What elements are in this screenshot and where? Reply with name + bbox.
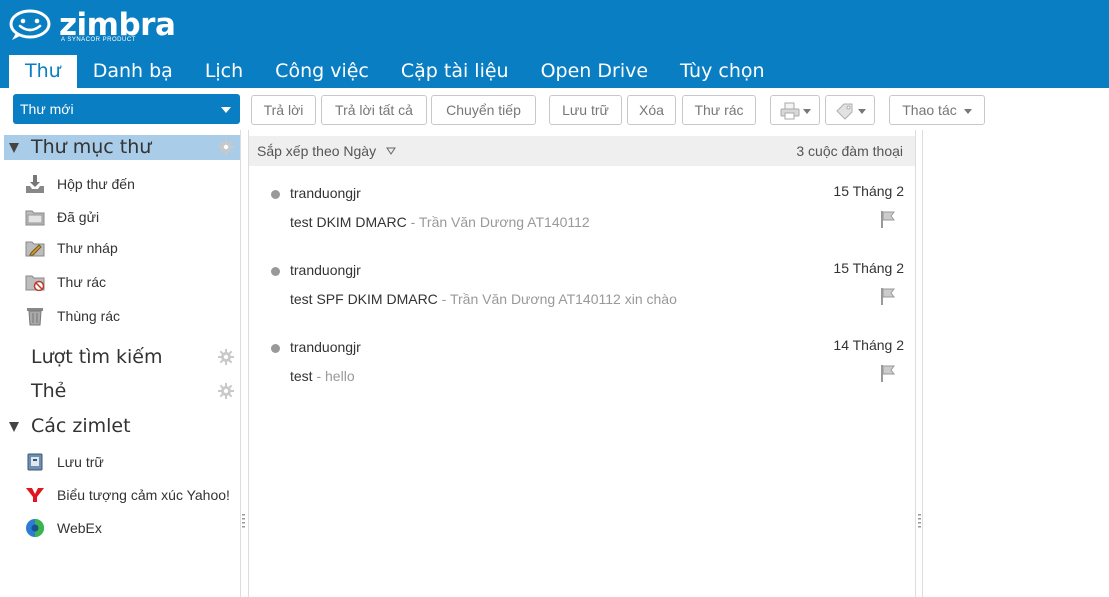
- message-date: 14 Tháng 2: [833, 337, 904, 353]
- reply-button[interactable]: Trả lời: [251, 95, 316, 125]
- forward-button[interactable]: Chuyển tiếp: [431, 95, 536, 125]
- folder-label: Đã gửi: [57, 209, 100, 225]
- zimlet-webex[interactable]: WebEx: [24, 517, 102, 539]
- list-item[interactable]: tranduongjr 15 Tháng 2 test DKIM DMARC -…: [249, 171, 915, 247]
- folder-label: Thư rác: [57, 274, 107, 290]
- chevron-down-icon: [802, 108, 811, 114]
- message-sender: tranduongjr: [290, 185, 361, 201]
- tags-gear-icon[interactable]: [218, 383, 234, 399]
- message-subject: test DKIM DMARC: [290, 214, 407, 230]
- mail-list: Sắp xếp theo Ngày 3 cuộc đàm thoại trand…: [248, 130, 916, 597]
- searches-gear-icon[interactable]: [218, 349, 234, 365]
- folder-inbox[interactable]: Hộp thư đến: [24, 173, 135, 195]
- inbox-icon: [24, 174, 46, 194]
- tag-icon: [835, 103, 852, 121]
- webex-icon: [24, 518, 46, 538]
- flag-icon[interactable]: [880, 287, 896, 305]
- print-menu-button[interactable]: [770, 95, 820, 125]
- message-date: 15 Tháng 2: [833, 183, 904, 199]
- tab-tasks[interactable]: Công việc: [259, 55, 385, 88]
- message-subject-line: test - hello: [290, 368, 355, 384]
- tab-contacts[interactable]: Danh bạ: [77, 55, 189, 88]
- message-sender: tranduongjr: [290, 339, 361, 355]
- folder-sidebar: Thư mục thư Hộp thư đến Đã gửi Thư nháp: [0, 130, 241, 597]
- zimlet-label: WebEx: [57, 520, 102, 536]
- folder-label: Thùng rác: [57, 308, 121, 324]
- actions-menu-button[interactable]: Thao tác: [889, 95, 985, 125]
- message-fragment: - hello: [312, 368, 355, 384]
- zimlet-yahoo-emoticons[interactable]: Biểu tượng cảm xúc Yahoo!: [24, 484, 230, 506]
- reply-all-button[interactable]: Trả lời tất cả: [321, 95, 427, 125]
- new-mail-button[interactable]: Thư mới: [13, 94, 240, 124]
- searches-section-title[interactable]: Lượt tìm kiếm: [31, 346, 163, 368]
- tab-preferences[interactable]: Tùy chọn: [664, 55, 780, 88]
- archive-zimlet-icon: [24, 452, 46, 472]
- message-fragment: - Trần Văn Dương AT140112 xin chào: [437, 291, 677, 307]
- new-mail-dropdown-icon[interactable]: [221, 107, 231, 113]
- mail-toolbar: Thư mới Trả lời Trả lời tất cả Chuyển ti…: [0, 88, 1109, 130]
- flag-icon[interactable]: [880, 364, 896, 382]
- spam-button[interactable]: Thư rác: [682, 95, 756, 125]
- reading-pane-divider: [922, 130, 923, 597]
- tab-mail[interactable]: Thư: [9, 55, 77, 88]
- folder-sent[interactable]: Đã gửi: [24, 206, 99, 228]
- tab-calendar[interactable]: Lịch: [189, 55, 259, 88]
- list-resize-handle[interactable]: [918, 513, 921, 529]
- folders-gear-icon[interactable]: [218, 139, 234, 155]
- message-date: 15 Tháng 2: [833, 260, 904, 276]
- print-icon: [780, 102, 799, 120]
- folder-label: Thư nháp: [57, 240, 118, 256]
- message-subject: test: [290, 368, 313, 384]
- sent-icon: [24, 207, 46, 227]
- list-item[interactable]: tranduongjr 14 Tháng 2 test - hello: [249, 325, 915, 401]
- zimlets-section-title: Các zimlet: [31, 415, 131, 437]
- trash-icon: [24, 306, 46, 326]
- sort-by-date-button[interactable]: Sắp xếp theo Ngày: [257, 143, 396, 159]
- chevron-down-icon: [963, 108, 972, 114]
- chevron-down-icon: [857, 108, 866, 114]
- message-subject-line: test SPF DKIM DMARC - Trần Văn Dương AT1…: [290, 291, 677, 307]
- junk-icon: [24, 272, 46, 292]
- sort-direction-icon: [386, 147, 396, 155]
- collapse-zimlets-icon[interactable]: [9, 422, 19, 432]
- drafts-icon: [24, 238, 46, 258]
- tag-menu-button[interactable]: [825, 95, 875, 125]
- yahoo-icon: [24, 485, 46, 505]
- zimlet-label: Lưu trữ: [57, 454, 104, 470]
- delete-button[interactable]: Xóa: [627, 95, 676, 125]
- brand-tagline: A SYNACOR PRODUCT: [61, 37, 136, 43]
- app-window: zimbra A SYNACOR PRODUCT Thư Danh bạ Lịc…: [0, 0, 1109, 597]
- mail-list-header: Sắp xếp theo Ngày 3 cuộc đàm thoại: [249, 136, 915, 166]
- archive-button[interactable]: Lưu trữ: [549, 95, 622, 125]
- folder-junk[interactable]: Thư rác: [24, 271, 106, 293]
- unread-dot-icon[interactable]: [271, 267, 280, 276]
- message-sender: tranduongjr: [290, 262, 361, 278]
- unread-dot-icon[interactable]: [271, 344, 280, 353]
- collapse-folders-icon[interactable]: [9, 143, 19, 153]
- tab-briefcase[interactable]: Cặp tài liệu: [385, 55, 525, 88]
- app-header: zimbra A SYNACOR PRODUCT Thư Danh bạ Lịc…: [0, 0, 1109, 88]
- tags-section-title[interactable]: Thẻ: [31, 380, 66, 402]
- conversation-count: 3 cuộc đàm thoại: [796, 143, 903, 159]
- folder-drafts[interactable]: Thư nháp: [24, 237, 118, 259]
- zimlet-archive[interactable]: Lưu trữ: [24, 451, 104, 473]
- new-mail-label: Thư mới: [20, 101, 74, 117]
- folders-section-title: Thư mục thư: [31, 136, 152, 158]
- zimbra-logo-icon: [9, 9, 51, 40]
- message-subject: test SPF DKIM DMARC: [290, 291, 438, 307]
- sidebar-resize-handle[interactable]: [242, 513, 245, 529]
- folder-label: Hộp thư đến: [57, 176, 135, 192]
- list-item[interactable]: tranduongjr 15 Tháng 2 test SPF DKIM DMA…: [249, 248, 915, 324]
- zimbra-logo[interactable]: zimbra A SYNACOR PRODUCT: [8, 8, 176, 48]
- unread-dot-icon[interactable]: [271, 190, 280, 199]
- actions-label: Thao tác: [902, 102, 957, 118]
- message-fragment: - Trần Văn Dương AT140112: [406, 214, 590, 230]
- flag-icon[interactable]: [880, 210, 896, 228]
- tab-open-drive[interactable]: Open Drive: [525, 55, 664, 88]
- app-tabs: Thư Danh bạ Lịch Công việc Cặp tài liệu …: [9, 55, 781, 88]
- message-subject-line: test DKIM DMARC - Trần Văn Dương AT14011…: [290, 214, 590, 230]
- zimlet-label: Biểu tượng cảm xúc Yahoo!: [57, 487, 230, 503]
- folder-trash[interactable]: Thùng rác: [24, 305, 120, 327]
- sort-label: Sắp xếp theo Ngày: [257, 143, 377, 159]
